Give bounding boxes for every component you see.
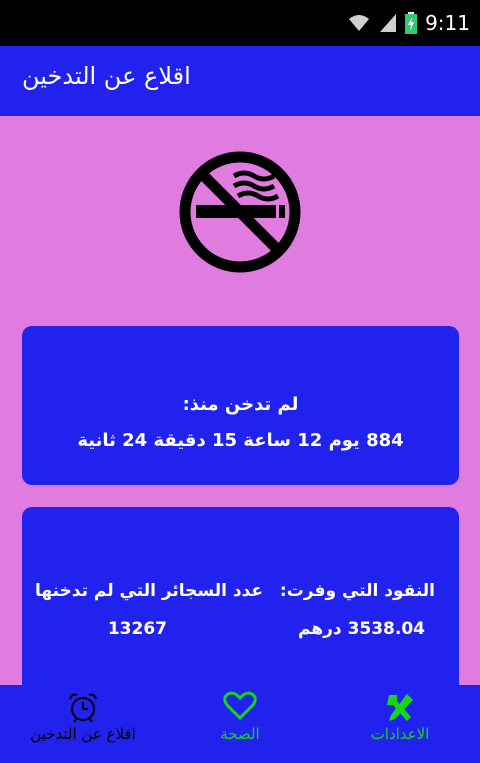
nav-item-health[interactable]: الصحة (180, 685, 300, 763)
nav-label-health: الصحة (220, 725, 260, 743)
no-smoking-icon (179, 151, 301, 273)
tools-icon (387, 694, 413, 721)
signal-icon (380, 14, 397, 32)
alarm-clock-icon (69, 693, 97, 723)
cigarettes-value: 13267 (107, 619, 167, 639)
money-label: النقود التي وفرت: (279, 581, 435, 601)
nav-label-settings: الاعدادات (370, 725, 430, 743)
status-icons: 9:11 (347, 10, 470, 36)
cigarettes-label: عدد السجائر التي لم تدخنها (35, 581, 263, 601)
since-heading: لم تدخن منذ: (182, 394, 299, 415)
stats-card: النقود التي وفرت: 3538.04 درهم عدد السجا… (22, 507, 459, 685)
app-bar: اقلاع عن التدخين (0, 46, 480, 116)
no-smoking-logo (178, 150, 302, 274)
money-value: 3538.04 درهم (298, 619, 425, 639)
heart-icon (223, 691, 257, 721)
status-bar: 9:11 (0, 0, 480, 46)
nav-label-quit: اقلاع عن التدخين (30, 725, 136, 743)
nav-item-settings[interactable]: الاعدادات (330, 685, 470, 763)
app-title: اقلاع عن التدخين (22, 62, 191, 90)
nav-item-quit[interactable]: اقلاع عن التدخين (6, 685, 160, 763)
wifi-icon (349, 15, 370, 31)
since-duration: 884 يوم 12 ساعة 15 دقيقة 24 ثانية (77, 430, 404, 451)
since-card: لم تدخن منذ: 884 يوم 12 ساعة 15 دقيقة 24… (22, 326, 459, 485)
status-time: 9:11 (425, 11, 470, 35)
bottom-nav: الاعدادات الصحة اقلاع عن التدخين (0, 685, 480, 763)
battery-charging-icon (405, 12, 418, 34)
